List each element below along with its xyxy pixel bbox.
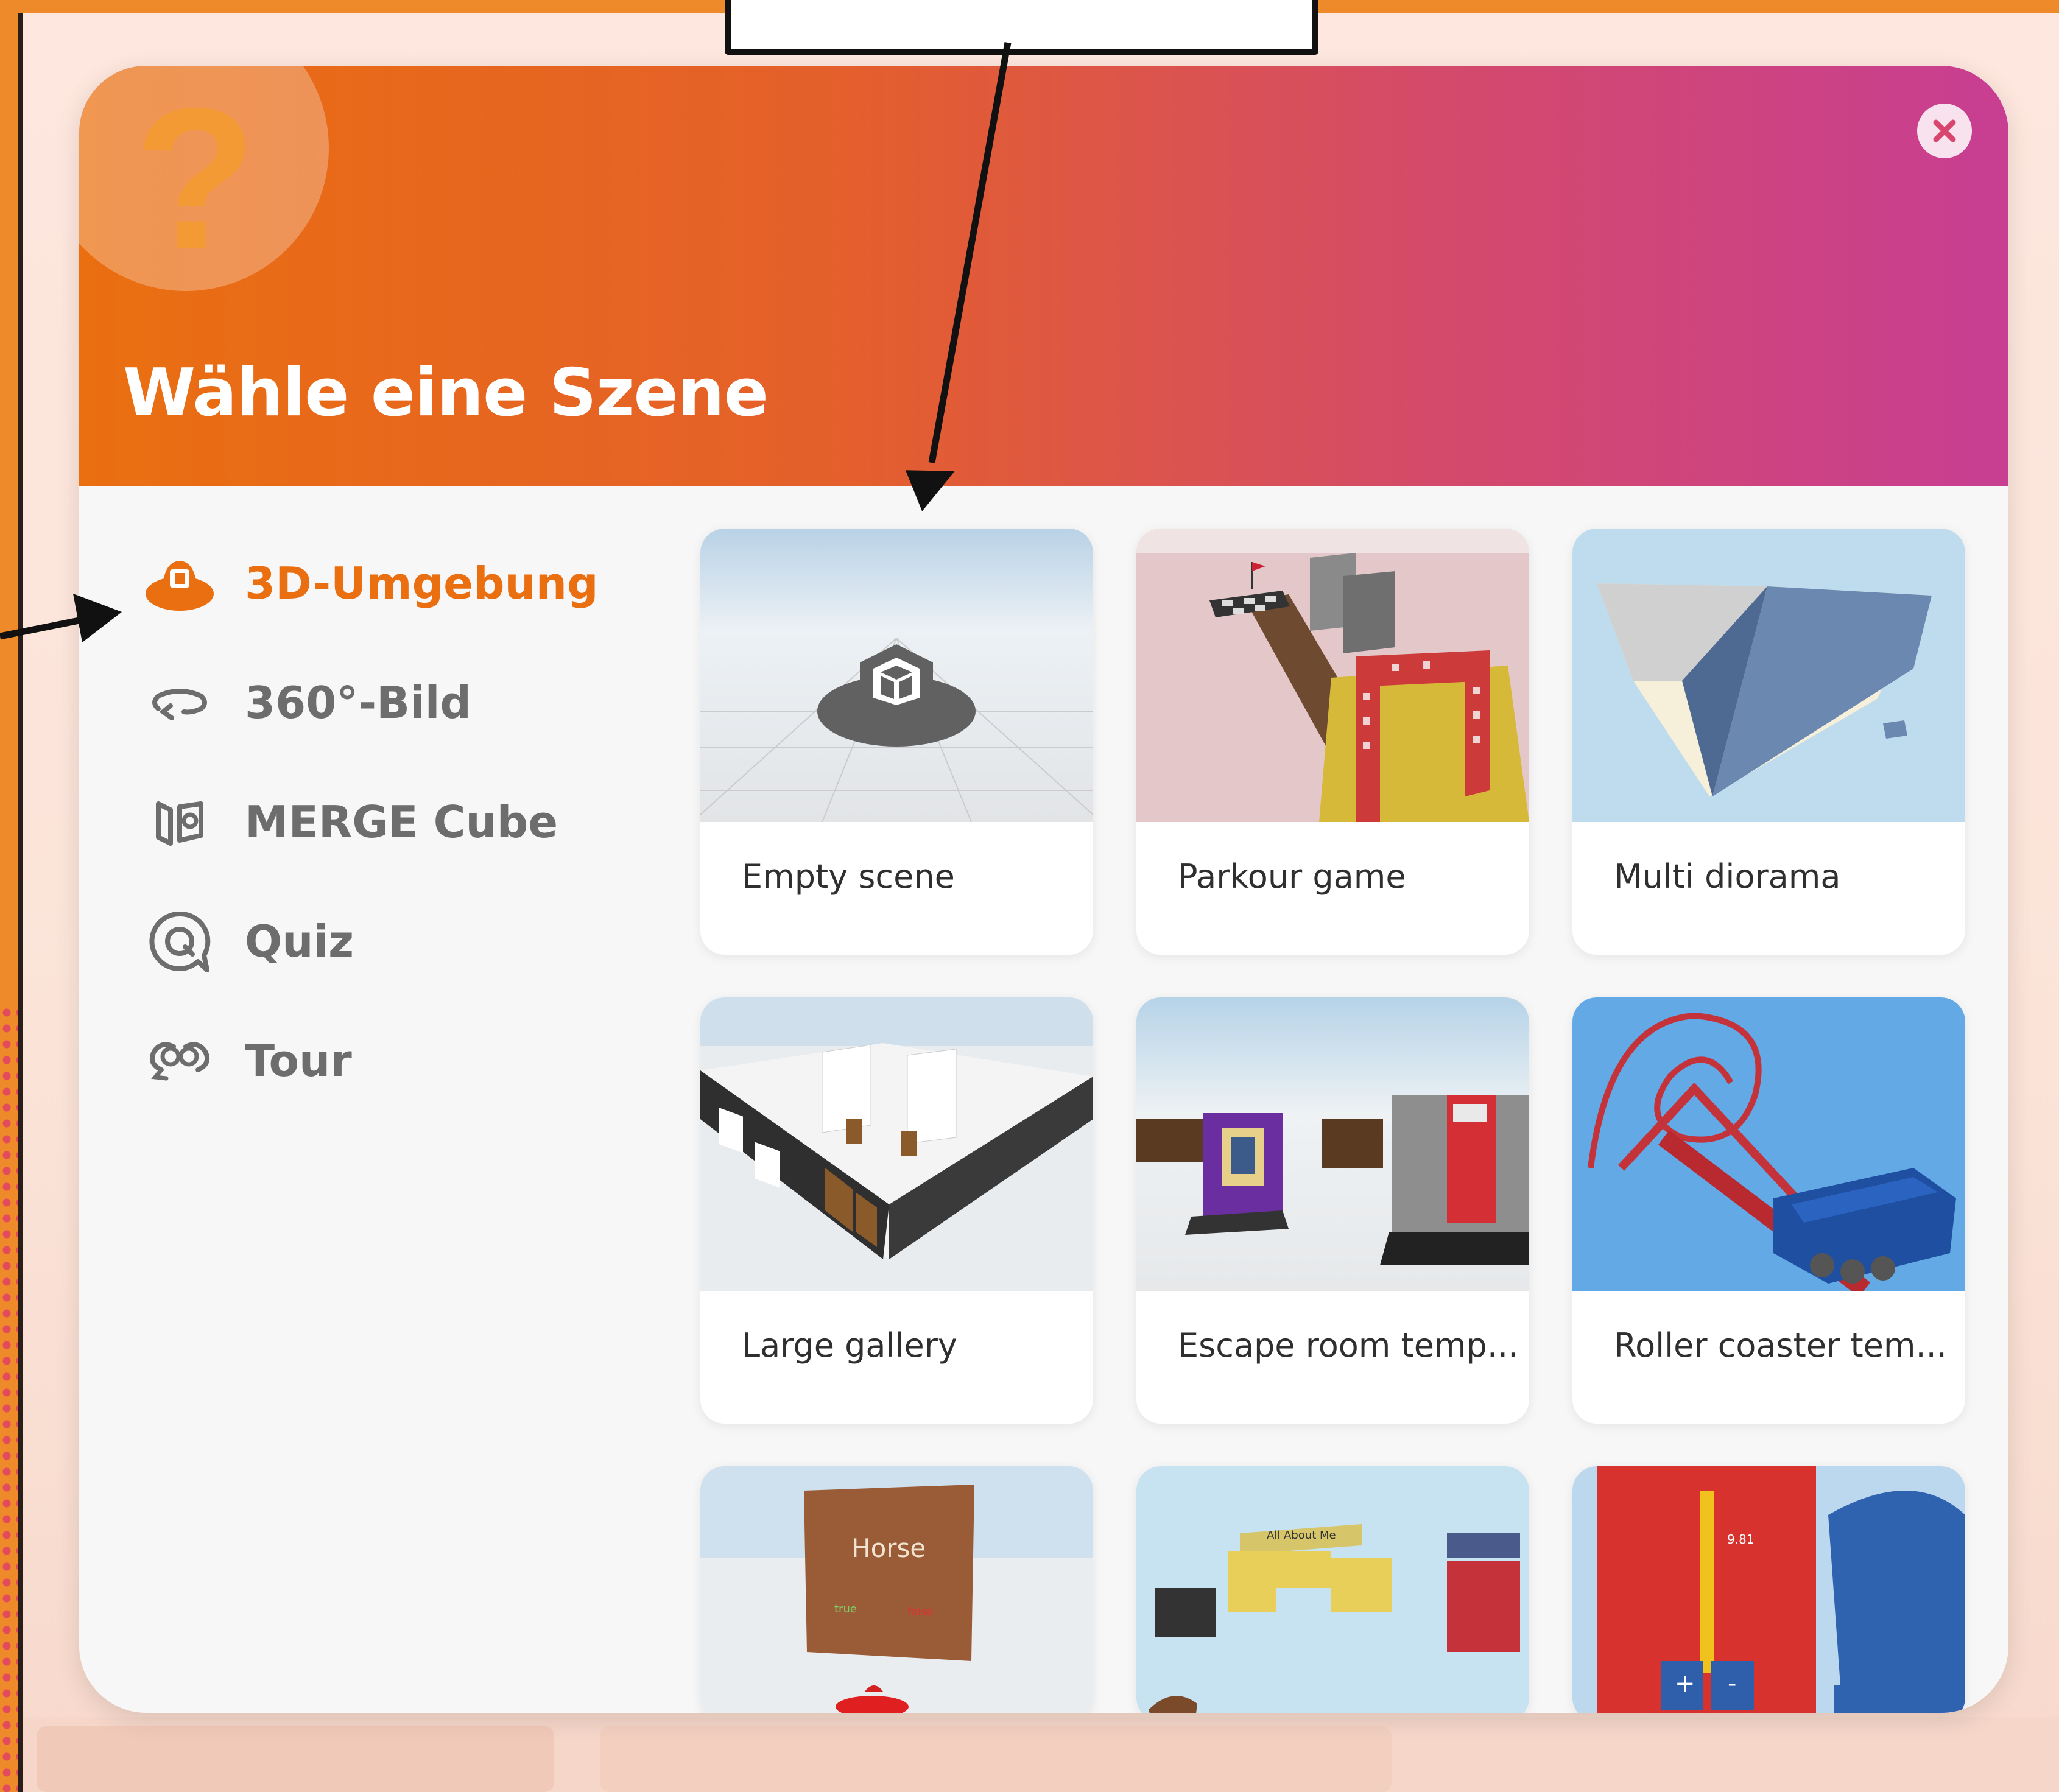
all-about-me-sign-text: All About Me	[1267, 1529, 1336, 1542]
scene-thumbnail: true false Horse	[700, 1466, 1093, 1713]
sidebar-item-label: Tour	[245, 1035, 352, 1086]
sidebar-item-quiz[interactable]: Quiz	[140, 899, 688, 984]
sidebar-item-360-image[interactable]: 360°-Bild	[140, 660, 688, 745]
scene-thumbnail: All About Me	[1136, 1466, 1529, 1713]
scene-card-label: Empty scene	[742, 857, 955, 896]
background-card	[37, 1726, 554, 1792]
scene-thumbnail: + - 9.81	[1572, 1466, 1965, 1713]
scene-card-all-about-me[interactable]: All About Me	[1136, 1466, 1529, 1713]
scene-card-empty[interactable]: Empty scene	[700, 529, 1093, 955]
modal-title: Wähle eine Szene	[123, 355, 769, 431]
horse-sign-text: Horse	[851, 1533, 926, 1563]
sidebar-item-label: 3D-Umgebung	[245, 558, 599, 609]
scene-card-escape-room[interactable]: Escape room temp...	[1136, 997, 1529, 1424]
question-mark-icon: ?	[134, 66, 257, 290]
annotation-frame-border	[18, 13, 23, 1792]
sidebar-item-3d-environment[interactable]: 3D-Umgebung	[140, 541, 688, 626]
svg-text:+: +	[1675, 1670, 1695, 1698]
svg-text:true: true	[834, 1603, 857, 1615]
scene-card-label: Escape room temp...	[1178, 1326, 1519, 1365]
merge-cube-icon	[140, 782, 219, 862]
scene-card-label: Roller coaster tem...	[1614, 1326, 1947, 1365]
annotation-callout-box	[725, 0, 1318, 55]
scene-card-roller-coaster[interactable]: Roller coaster tem...	[1572, 997, 1965, 1424]
sidebar-item-label: MERGE Cube	[245, 796, 558, 848]
scene-thumbnail	[700, 997, 1093, 1291]
scene-thumbnail	[1572, 529, 1965, 822]
scene-card-large-gallery[interactable]: Large gallery	[700, 997, 1093, 1424]
scene-card-label: Parkour game	[1178, 857, 1406, 896]
scene-picker-modal: ? Wähle eine Szene 3D-Umgebung 360°-Bild…	[79, 66, 2008, 1713]
scene-card-parkour[interactable]: Parkour game	[1136, 529, 1529, 955]
gravity-readout-text: 9.81	[1727, 1532, 1755, 1547]
scene-card-horse-quiz[interactable]: true false Horse	[700, 1466, 1093, 1713]
close-icon	[1933, 119, 1956, 142]
scene-card-multi-diorama[interactable]: Multi diorama	[1572, 529, 1965, 955]
tour-icon	[140, 1021, 219, 1100]
3d-environment-icon	[140, 544, 219, 623]
svg-text:false: false	[907, 1606, 934, 1618]
scene-card-gravity[interactable]: + - 9.81	[1572, 1466, 1965, 1713]
sidebar-item-tour[interactable]: Tour	[140, 1018, 688, 1103]
background-card	[600, 1726, 1392, 1792]
scene-card-label: Multi diorama	[1614, 857, 1841, 896]
scene-thumbnail	[1136, 997, 1529, 1291]
scene-thumbnail	[700, 529, 1093, 822]
scene-card-label: Large gallery	[742, 1326, 957, 1365]
quiz-icon	[140, 902, 219, 981]
scene-thumbnail	[1572, 997, 1965, 1291]
modal-header: ? Wähle eine Szene	[79, 66, 2008, 486]
360-image-icon	[140, 663, 219, 742]
sidebar-item-merge-cube[interactable]: MERGE Cube	[140, 779, 688, 865]
sidebar-item-label: 360°-Bild	[245, 677, 471, 728]
decorative-dots	[0, 1005, 18, 1792]
scene-thumbnail	[1136, 529, 1529, 822]
svg-text:-: -	[1728, 1670, 1736, 1698]
sidebar-item-label: Quiz	[245, 916, 354, 967]
close-button[interactable]	[1917, 104, 1972, 158]
